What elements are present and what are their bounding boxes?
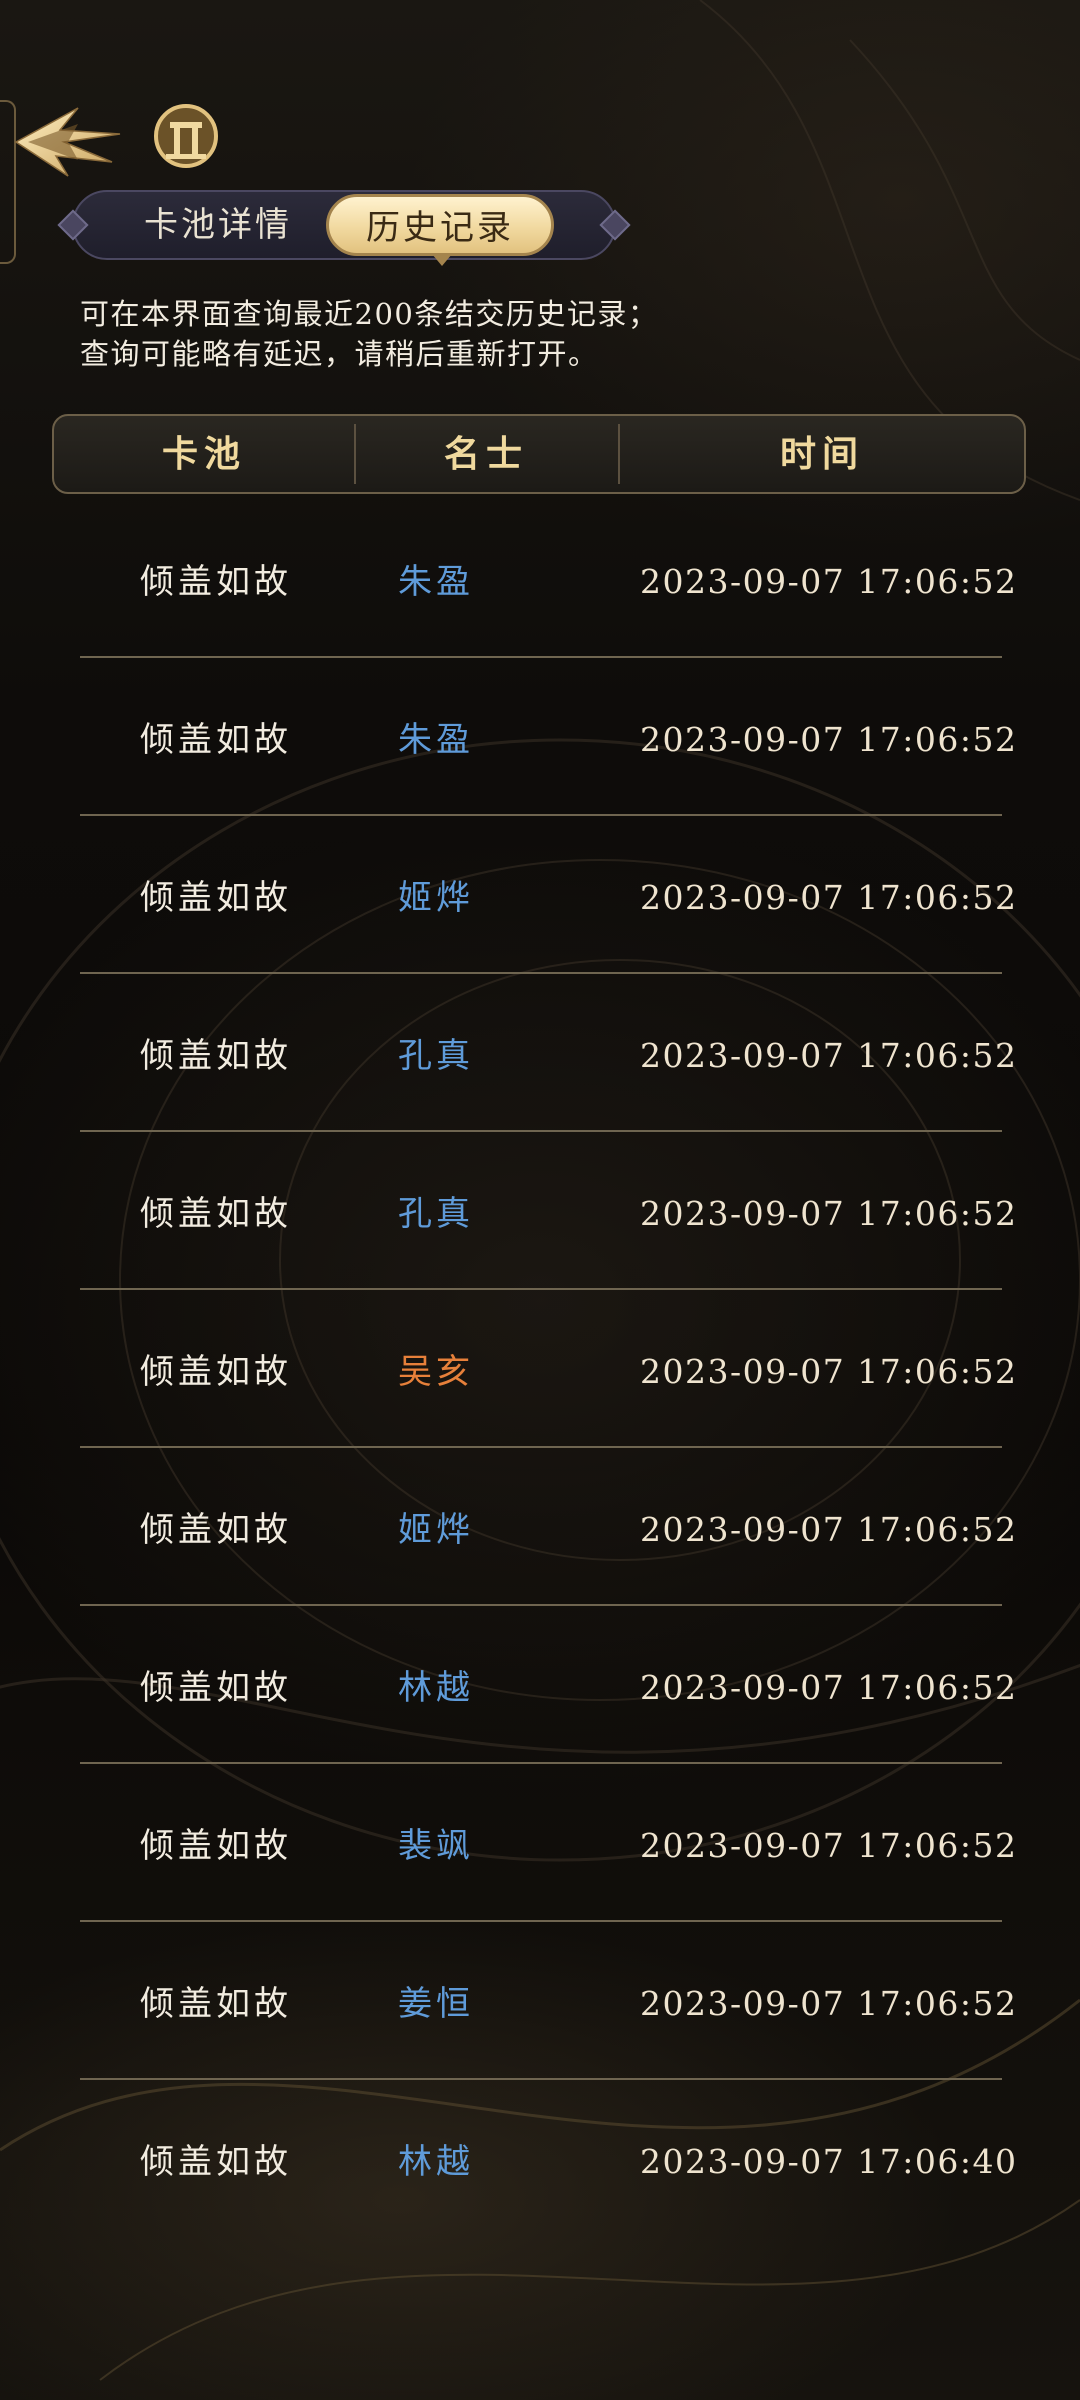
active-tab-pointer [432, 254, 452, 266]
row-time: 2023-09-07 17:06:40 [640, 2142, 1018, 2181]
row-hero: 姜恒 [398, 1984, 474, 2024]
row-time: 2023-09-07 17:06:52 [640, 1036, 1018, 1075]
table-row: 倾盖如故 林越 2023-09-07 17:06:40 [80, 2080, 1016, 2238]
row-pool: 倾盖如故 [140, 1510, 292, 1550]
row-pool: 倾盖如故 [140, 878, 292, 918]
row-hero: 姬烨 [398, 878, 474, 918]
row-hero: 林越 [398, 1668, 474, 1708]
row-time: 2023-09-07 17:06:52 [640, 1668, 1018, 1707]
notice-line-1: 可在本界面查询最近200条结交历史记录； [80, 297, 659, 331]
row-time: 2023-09-07 17:06:52 [640, 1352, 1018, 1391]
table-row: 倾盖如故 姜恒 2023-09-07 17:06:52 [80, 1922, 1016, 2080]
column-header-hero: 名士 [443, 433, 528, 475]
row-hero: 孔真 [398, 1194, 474, 1234]
notice-line-2: 查询可能略有延迟，请稍后重新打开。 [80, 337, 599, 371]
history-notice: 可在本界面查询最近200条结交历史记录； 查询可能略有延迟，请稍后重新打开。 [80, 294, 1020, 374]
tab-history[interactable]: 历史记录 [326, 194, 554, 256]
table-row: 倾盖如故 孔真 2023-09-07 17:06:52 [80, 974, 1016, 1132]
table-row: 倾盖如故 裴飒 2023-09-07 17:06:52 [80, 1764, 1016, 1922]
row-pool: 倾盖如故 [140, 562, 292, 602]
table-row: 倾盖如故 孔真 2023-09-07 17:06:52 [80, 1132, 1016, 1290]
row-time: 2023-09-07 17:06:52 [640, 720, 1018, 759]
row-pool: 倾盖如故 [140, 2142, 292, 2182]
row-time: 2023-09-07 17:06:52 [640, 1984, 1018, 2023]
back-arrow-icon [14, 107, 121, 177]
column-header-time: 时间 [779, 433, 864, 475]
table-row: 倾盖如故 姬烨 2023-09-07 17:06:52 [80, 816, 1016, 974]
row-pool: 倾盖如故 [140, 1194, 292, 1234]
row-time: 2023-09-07 17:06:52 [640, 562, 1018, 601]
row-time: 2023-09-07 17:06:52 [640, 878, 1018, 917]
table-row: 倾盖如故 朱盈 2023-09-07 17:06:52 [80, 658, 1016, 816]
row-hero: 姬烨 [398, 1510, 474, 1550]
row-hero: 吴亥 [398, 1352, 474, 1392]
row-pool: 倾盖如故 [140, 1984, 292, 2024]
row-time: 2023-09-07 17:06:52 [640, 1194, 1018, 1233]
history-list[interactable]: 倾盖如故 朱盈 2023-09-07 17:06:52 倾盖如故 朱盈 2023… [80, 500, 1016, 2238]
row-pool: 倾盖如故 [140, 1352, 292, 1392]
tab-bar: 卡池详情 历史记录 [52, 182, 631, 268]
table-row: 倾盖如故 吴亥 2023-09-07 17:06:52 [80, 1290, 1016, 1448]
table-row: 倾盖如故 林越 2023-09-07 17:06:52 [80, 1606, 1016, 1764]
row-hero: 林越 [398, 2142, 474, 2182]
row-pool: 倾盖如故 [140, 1826, 292, 1866]
column-header-pool: 卡池 [161, 433, 246, 475]
table-row: 倾盖如故 姬烨 2023-09-07 17:06:52 [80, 1448, 1016, 1606]
row-pool: 倾盖如故 [140, 1036, 292, 1076]
row-hero: 裴飒 [398, 1826, 474, 1866]
row-time: 2023-09-07 17:06:52 [640, 1826, 1018, 1865]
pavilion-emblem-icon [152, 102, 220, 170]
row-time: 2023-09-07 17:06:52 [640, 1510, 1018, 1549]
row-pool: 倾盖如故 [140, 720, 292, 760]
tab-pool-details[interactable]: 卡池详情 [118, 198, 318, 252]
table-header: 卡池 名士 时间 [52, 414, 1026, 494]
row-pool: 倾盖如故 [140, 1668, 292, 1708]
row-hero: 孔真 [398, 1036, 474, 1076]
row-hero: 朱盈 [398, 562, 474, 602]
back-button[interactable] [8, 100, 126, 180]
row-hero: 朱盈 [398, 720, 474, 760]
table-row: 倾盖如故 朱盈 2023-09-07 17:06:52 [80, 500, 1016, 658]
